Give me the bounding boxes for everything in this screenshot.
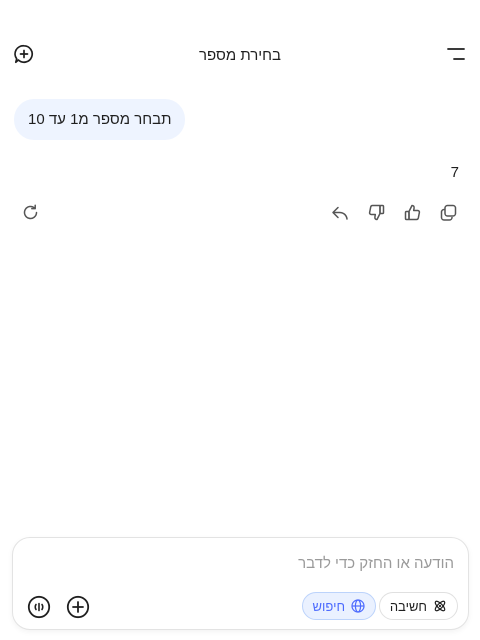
plus-circle-icon bbox=[66, 595, 90, 619]
header: בחירת מספר bbox=[0, 36, 480, 76]
copy-icon bbox=[440, 204, 457, 221]
user-message-bubble: תבחר מספר מ1 עד 10 bbox=[14, 99, 186, 140]
menu-button[interactable] bbox=[445, 45, 467, 67]
menu-icon bbox=[447, 47, 465, 66]
copy-button[interactable] bbox=[438, 202, 458, 222]
assistant-reply: 7 bbox=[450, 164, 459, 181]
attach-button[interactable] bbox=[66, 595, 90, 619]
message-actions bbox=[0, 202, 480, 222]
message-input[interactable] bbox=[54, 552, 454, 574]
new-chat-icon bbox=[14, 44, 34, 69]
thumbs-down-icon bbox=[368, 204, 385, 221]
think-toggle[interactable]: חשיבה bbox=[378, 592, 458, 620]
regenerate-icon bbox=[22, 203, 39, 221]
message-composer: חשיבה חיפוש bbox=[12, 537, 469, 630]
share-button[interactable] bbox=[330, 202, 350, 222]
think-label: חשיבה bbox=[389, 598, 427, 614]
thumbs-up-icon bbox=[404, 204, 421, 221]
globe-icon bbox=[351, 599, 365, 613]
dislike-button[interactable] bbox=[366, 202, 386, 222]
regenerate-button[interactable] bbox=[20, 202, 40, 222]
like-button[interactable] bbox=[402, 202, 422, 222]
atom-icon bbox=[433, 599, 447, 613]
page-title: בחירת מספר bbox=[199, 47, 281, 64]
chat-screen: בחירת מספר תבחר מספר מ1 עד 10 7 הודעה או… bbox=[0, 0, 480, 640]
new-chat-button[interactable] bbox=[13, 44, 35, 69]
search-label: חיפוש bbox=[312, 598, 345, 614]
voice-button[interactable] bbox=[27, 595, 51, 619]
search-toggle[interactable]: חיפוש bbox=[301, 592, 376, 620]
voice-wave-icon bbox=[27, 595, 51, 619]
share-icon bbox=[331, 204, 349, 221]
